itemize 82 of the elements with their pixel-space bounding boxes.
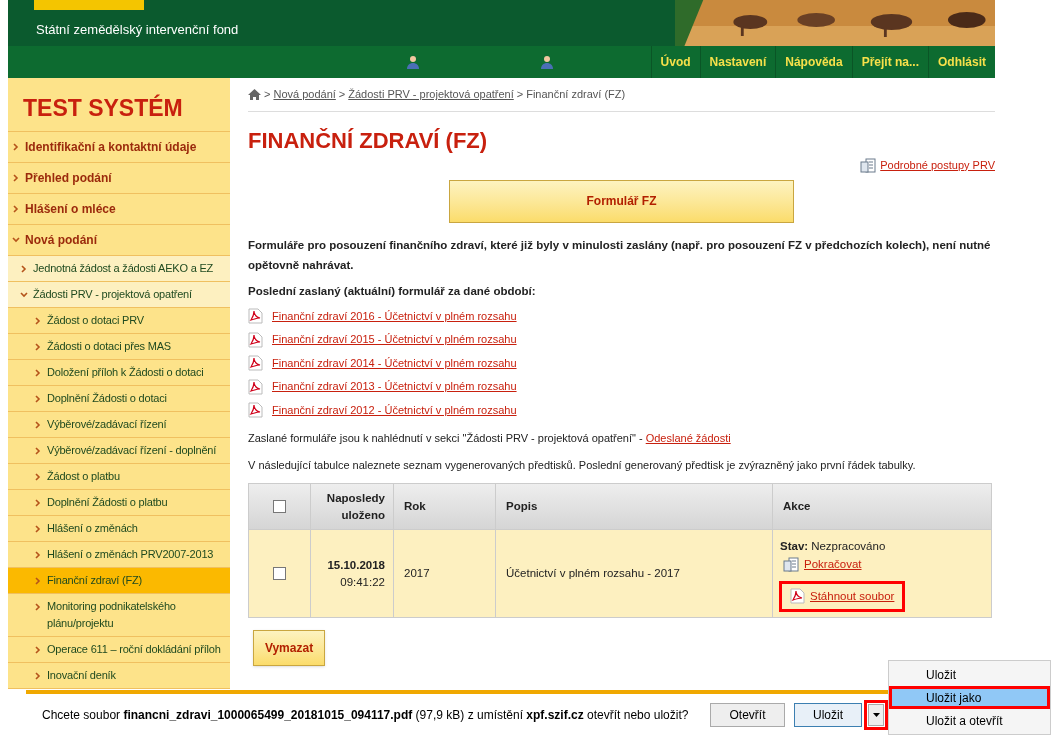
chevron-right-icon: [34, 577, 42, 585]
document-icon: [783, 555, 800, 573]
sidebar-item[interactable]: Žádosti PRV - projektová opatření: [8, 282, 230, 308]
chevron-right-icon: [34, 421, 42, 429]
download-prompt: Chcete soubor financni_zdravi_1000065499_20181015_094117.pdf (97,9 kB) z umístění xpf.szif.cz otevřít nebo uložit?: [42, 706, 689, 724]
save-button[interactable]: Uložit: [794, 702, 862, 727]
nav-link[interactable]: Nápověda: [775, 46, 852, 78]
pdf-icon: [790, 588, 805, 605]
continue-link[interactable]: Pokračovat: [804, 555, 862, 573]
pdf-icon: [248, 378, 263, 395]
table-note: V následující tabulce naleznete seznam vygenerovaných předtisků. Poslední generovaný předtisk je zvýrazněný jako první řádek tabulky.: [248, 457, 917, 473]
chevron-right-icon: [12, 174, 20, 182]
document-link[interactable]: Finanční zdraví 2012 - Účetnictví v plném rozsahu: [272, 401, 517, 419]
chevron-right-icon: [34, 525, 42, 533]
chevron-right-icon: [12, 143, 20, 151]
table-cell-text: Účetnictví v plném rozsahu - 2017: [506, 566, 680, 582]
chevron-right-icon: [34, 343, 42, 351]
chevron-right-icon: [34, 447, 42, 455]
nav-link[interactable]: Nastavení: [699, 46, 776, 78]
pdf-icon: [248, 355, 263, 371]
menu-item[interactable]: Uložit: [889, 663, 1050, 686]
document-link[interactable]: Finanční zdraví 2013 - Účetnictví v plném rozsahu: [272, 378, 517, 395]
document-link[interactable]: Finanční zdraví 2015 - Účetnictví v plném rozsahu: [272, 331, 517, 348]
chevron-down-icon: [20, 291, 28, 299]
page-title: FINANČNÍ ZDRAVÍ (FZ): [248, 126, 489, 155]
chevron-right-icon: [34, 646, 42, 654]
chevron-right-icon: [34, 473, 42, 481]
status-label: Stav:: [780, 539, 809, 555]
chevron-right-icon: [34, 603, 42, 611]
home-icon[interactable]: [248, 88, 261, 100]
breadcrumb-current: Finanční zdraví (FZ): [526, 87, 626, 102]
pdf-icon: [248, 331, 263, 348]
checkbox[interactable]: [273, 500, 286, 514]
delete-button[interactable]: Vymazat: [253, 630, 325, 667]
breadcrumb-link[interactable]: Nová podání: [273, 86, 336, 103]
nav-link[interactable]: Odhlásit: [928, 46, 995, 78]
pdf-icon: [248, 402, 263, 418]
intro-text: Formuláře pro posouzení finančního zdraví, které již byly v minulosti zaslány (např. pro posouzení FZ v předchozích kolech), není nutné opětovně nahrávat.: [248, 237, 992, 273]
nav-link[interactable]: Přejít na...: [851, 46, 928, 78]
column-header: Popis: [506, 499, 538, 515]
chevron-right-icon: [34, 395, 42, 403]
pdf-icon: [248, 308, 263, 324]
time-cell-text: 09:41:22: [340, 574, 385, 590]
checkbox[interactable]: [273, 567, 286, 581]
document-link[interactable]: Finanční zdraví 2016 - Účetnictví v plném rozsahu: [272, 307, 517, 325]
sidebar-item[interactable]: Finanční zdraví (FZ): [8, 568, 230, 594]
chevron-right-icon: [20, 265, 28, 273]
menu-item[interactable]: Uložit jako: [889, 686, 1050, 709]
org-name: Státní zemědělský intervenční fond: [36, 21, 240, 39]
column-header: Akce: [783, 499, 811, 515]
logo-icon: [34, 0, 144, 10]
chevron-right-icon: [34, 551, 42, 559]
form-button[interactable]: Formulář FZ: [449, 179, 794, 223]
breadcrumb-separator: >: [264, 87, 271, 102]
sent-link[interactable]: Odeslané žádosti: [645, 430, 731, 447]
document-link[interactable]: Finanční zdraví 2014 - Účetnictví v plném rozsahu: [272, 354, 517, 372]
caret-icon: [872, 712, 880, 717]
sidebar-item[interactable]: Jednotná žádost a žádosti AEKO a EZ: [8, 256, 230, 282]
status-value: Nezpracováno: [811, 539, 886, 555]
person-icon[interactable]: [406, 55, 420, 69]
chevron-right-icon: [34, 369, 42, 377]
menu-item[interactable]: Uložit a otevřít: [889, 709, 1050, 732]
chevron-right-icon: [34, 672, 42, 680]
person-icon[interactable]: [540, 55, 554, 69]
document-icon: [860, 156, 878, 174]
breadcrumb-separator: >: [338, 87, 346, 102]
date-cell-text: 15.10.2018: [327, 557, 385, 573]
column-header: Naposledy uloženo: [325, 490, 385, 523]
chevron-right-icon: [12, 205, 20, 213]
chevron-right-icon: [34, 317, 42, 325]
note-text: Zaslané formuláře jsou k nahlédnutí v sekci "Žádosti PRV - projektová opatření" -: [248, 431, 644, 447]
download-link[interactable]: Stáhnout soubor: [810, 587, 895, 605]
table-cell-text: 2017: [404, 566, 430, 582]
breadcrumb-link[interactable]: Žádosti PRV - projektová opatření: [348, 86, 514, 103]
column-header: Rok: [404, 499, 426, 515]
chevron-right-icon: [34, 499, 42, 507]
open-button[interactable]: Otevřít: [710, 702, 785, 727]
nav-link[interactable]: Úvod: [650, 46, 700, 78]
help-link[interactable]: Podrobné postupy PRV: [880, 156, 995, 174]
section-label: Poslední zaslaný (aktuální) formulář za dané období:: [248, 283, 537, 299]
breadcrumb-separator: >: [516, 87, 524, 102]
chevron-down-icon: [12, 236, 20, 244]
